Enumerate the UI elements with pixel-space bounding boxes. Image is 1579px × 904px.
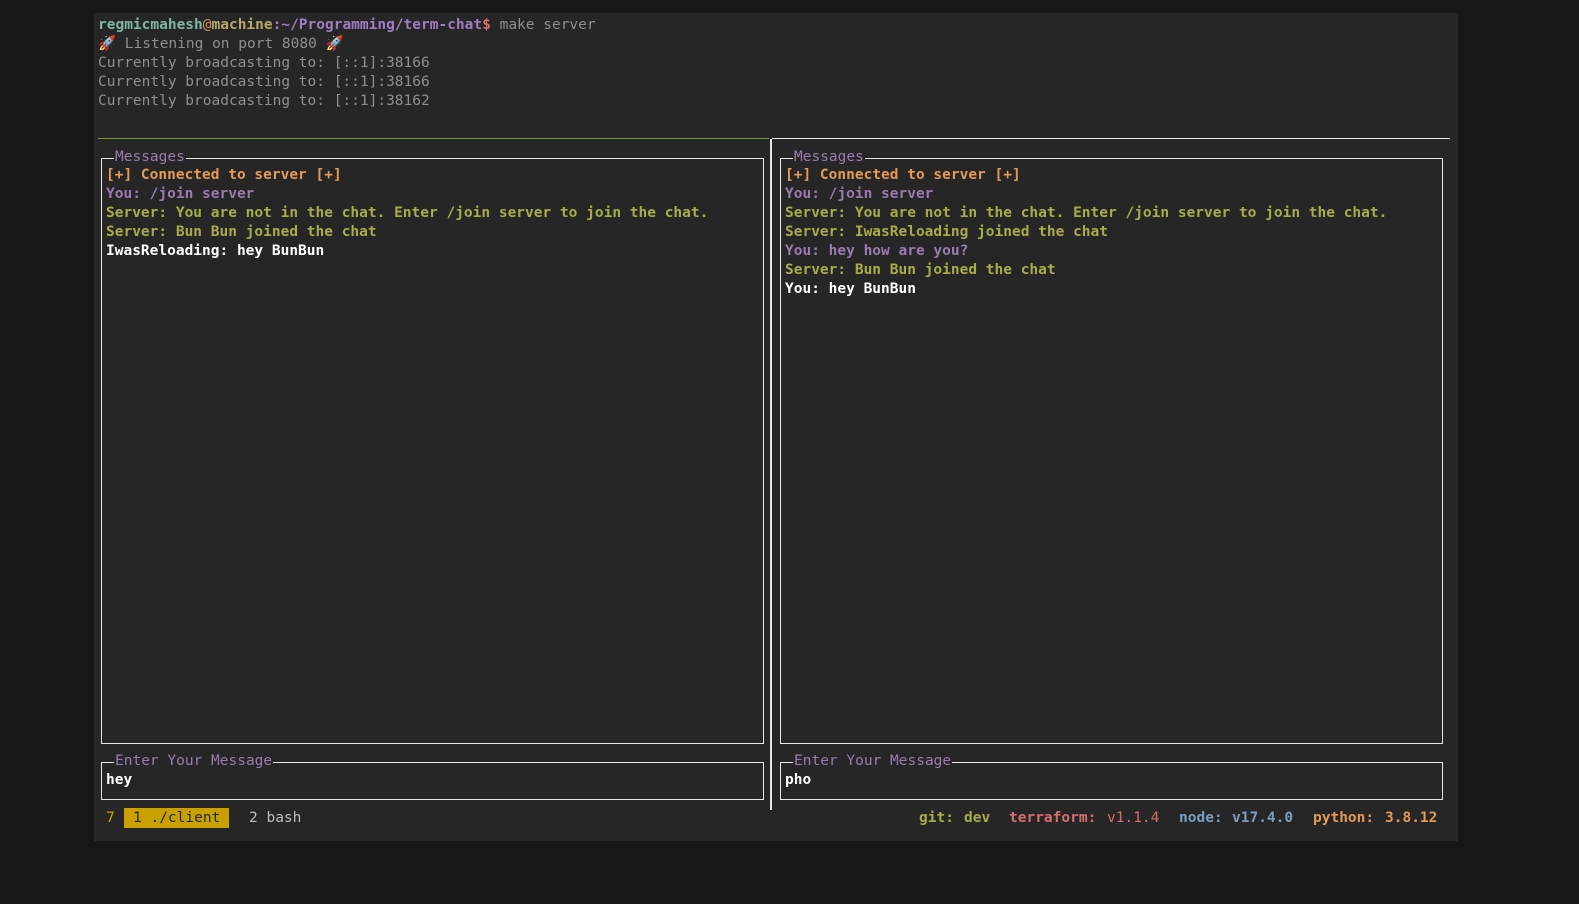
prompt-dollar: $	[482, 17, 491, 33]
message-item: Server: Bun Bun joined the chat	[106, 224, 377, 240]
shell-output-line: Currently broadcasting to: [::1]:38166	[98, 55, 430, 71]
messages-title: Messages	[114, 148, 186, 167]
prompt-host: machine	[211, 17, 273, 33]
message-item: Server: IwasReloading joined the chat	[785, 224, 1109, 240]
git-label: git:	[919, 810, 954, 826]
message-item: Server: You are not in the chat. Enter /…	[106, 205, 709, 221]
pane-divider-left	[98, 138, 769, 139]
window-tab-bash[interactable]: 2 bash	[249, 808, 301, 828]
status-bar: 7 1 ./client 2 bash git: dev terraform: …	[94, 808, 1458, 828]
shell-output-line: 🚀 Listening on port 8080 🚀	[98, 36, 344, 52]
pane-divider-vertical[interactable]	[770, 139, 772, 810]
input-title: Enter Your Message	[793, 752, 953, 771]
input-value[interactable]: hey	[106, 771, 132, 790]
message-item: Server: Bun Bun joined the chat	[785, 262, 1056, 278]
right-message-input[interactable]: Enter Your Message pho	[780, 752, 1443, 800]
shell-output-line: Currently broadcasting to: [::1]:38166	[98, 74, 430, 90]
terraform-label: terraform:	[1009, 810, 1097, 826]
shell-prompt-line: regmicmahesh@machine:~/Programming/term-…	[98, 16, 596, 35]
prompt-at: @	[202, 17, 212, 33]
pane-divider-right	[772, 138, 1450, 139]
window-tab-active[interactable]: 1 ./client	[124, 808, 230, 828]
messages-title: Messages	[793, 148, 865, 167]
message-item: You: hey how are you?	[785, 243, 969, 259]
prompt-path: :~/Programming/term-chat	[272, 17, 483, 33]
shell-command: make server	[490, 17, 596, 33]
message-item: [+] Connected to server [+]	[785, 167, 1021, 183]
node-label: node:	[1179, 810, 1223, 826]
input-value[interactable]: pho	[785, 771, 811, 790]
git-value: dev	[964, 810, 991, 826]
prompt-user: regmicmahesh	[98, 17, 203, 33]
session-number: 7	[106, 810, 115, 826]
shell-output-line: Currently broadcasting to: [::1]:38162	[98, 93, 430, 109]
python-label: python:	[1313, 810, 1375, 826]
left-message-input[interactable]: Enter Your Message hey	[101, 752, 764, 800]
right-messages-panel[interactable]: Messages [+] Connected to server [+] You…	[780, 148, 1443, 744]
left-messages-panel[interactable]: Messages [+] Connected to server [+] You…	[101, 148, 764, 744]
node-value: v17.4.0	[1232, 810, 1294, 826]
terraform-value: v1.1.4	[1107, 810, 1160, 826]
message-item: IwasReloading: hey BunBun	[106, 243, 325, 259]
message-item: You: /join server	[106, 186, 255, 202]
message-item: [+] Connected to server [+]	[106, 167, 342, 183]
message-item: Server: You are not in the chat. Enter /…	[785, 205, 1388, 221]
message-item: You: /join server	[785, 186, 934, 202]
input-title: Enter Your Message	[114, 752, 274, 771]
message-item: You: hey BunBun	[785, 281, 916, 297]
terminal-window[interactable]: regmicmahesh@machine:~/Programming/term-…	[94, 13, 1458, 841]
python-value: 3.8.12	[1385, 810, 1438, 826]
